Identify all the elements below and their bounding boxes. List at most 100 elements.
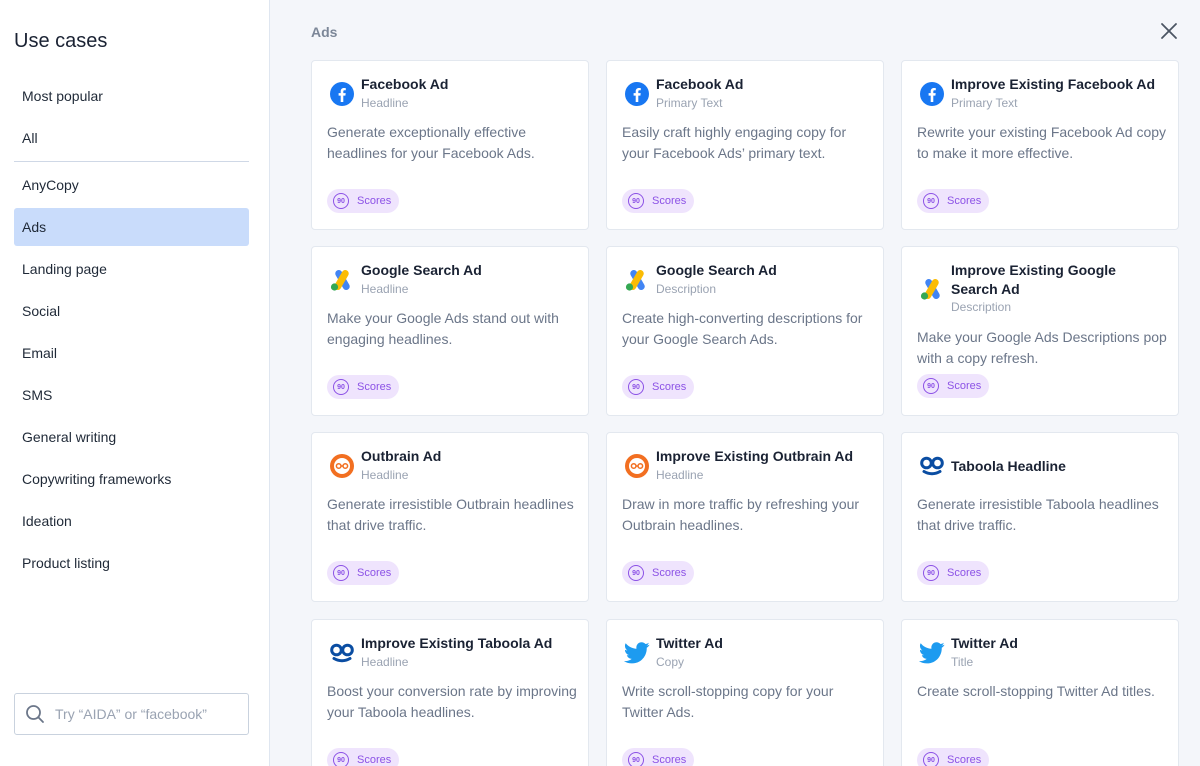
card-description: Create scroll-stopping Twitter Ad titles… <box>917 683 1155 699</box>
card-title: Facebook Ad <box>361 76 449 92</box>
card-description: Generate exceptionally effective headlin… <box>327 124 535 161</box>
use-case-card[interactable]: Improve Existing Google Search Ad Descri… <box>901 246 1179 416</box>
card-title: Facebook Ad <box>656 76 744 92</box>
use-case-card[interactable]: Facebook Ad Headline Generate exceptiona… <box>311 60 589 230</box>
sidebar-item-copywriting-frameworks[interactable]: Copywriting frameworks <box>14 460 249 498</box>
card-title: Twitter Ad <box>951 635 1018 651</box>
score-gauge-icon: 90 <box>923 378 939 394</box>
scores-label: Scores <box>947 195 982 207</box>
scores-label: Scores <box>947 754 982 766</box>
card-subtitle: Headline <box>361 282 409 296</box>
sidebar-item-all[interactable]: All <box>14 119 249 157</box>
scores-label: Scores <box>652 381 687 393</box>
close-icon[interactable] <box>1158 20 1180 42</box>
use-case-card[interactable]: Taboola Headline Generate irresistible T… <box>901 432 1179 602</box>
facebook-icon <box>918 80 946 108</box>
use-case-card[interactable]: Facebook Ad Primary Text Easily craft hi… <box>606 60 884 230</box>
scores-label: Scores <box>947 567 982 579</box>
card-title: Twitter Ad <box>656 635 723 651</box>
facebook-icon <box>623 80 651 108</box>
card-description: Generate irresistible Taboola headlines … <box>917 496 1159 533</box>
card-title: Improve Existing Taboola Ad <box>361 635 553 651</box>
score-gauge-icon: 90 <box>923 752 939 766</box>
card-description: Rewrite your existing Facebook Ad copy t… <box>917 124 1167 161</box>
google-ads-icon <box>918 275 946 303</box>
search-input[interactable] <box>55 702 240 726</box>
taboola-icon <box>328 639 356 667</box>
use-case-card[interactable]: Outbrain Ad Headline Generate irresistib… <box>311 432 589 602</box>
sidebar-item-most-popular[interactable]: Most popular <box>14 77 249 115</box>
section-title: Ads <box>311 24 338 40</box>
sidebar-item-landing-page[interactable]: Landing page <box>14 250 249 288</box>
card-description: Create high-converting descriptions for … <box>622 310 863 347</box>
card-subtitle: Headline <box>361 468 409 482</box>
twitter-icon <box>623 639 651 667</box>
sidebar-divider <box>14 161 249 162</box>
outbrain-icon <box>328 452 356 480</box>
use-case-card[interactable]: Google Search Ad Description Create high… <box>606 246 884 416</box>
scores-badge: 90 Scores <box>327 375 399 399</box>
card-title: Improve Existing Google Search Ad <box>951 262 1116 297</box>
score-gauge-icon: 90 <box>628 379 644 395</box>
use-case-card[interactable]: Twitter Ad Copy Write scroll-stopping co… <box>606 619 884 766</box>
scores-badge: 90 Scores <box>622 375 694 399</box>
scores-badge: 90 Scores <box>622 561 694 585</box>
sidebar-item-social[interactable]: Social <box>14 292 249 330</box>
scores-badge: 90 Scores <box>917 561 989 585</box>
scores-label: Scores <box>652 567 687 579</box>
score-gauge-icon: 90 <box>923 565 939 581</box>
scores-badge: 90 Scores <box>327 189 399 213</box>
facebook-icon <box>328 80 356 108</box>
scores-label: Scores <box>357 567 392 579</box>
card-description: Easily craft highly engaging copy for yo… <box>622 124 847 161</box>
use-case-card[interactable]: Improve Existing Facebook Ad Primary Tex… <box>901 60 1179 230</box>
card-subtitle: Headline <box>656 468 704 482</box>
scores-badge: 90 Scores <box>917 748 989 766</box>
score-gauge-icon: 90 <box>333 379 349 395</box>
search-box[interactable] <box>14 693 249 735</box>
card-description: Generate irresistible Outbrain headlines… <box>327 496 574 533</box>
use-case-card[interactable]: Improve Existing Outbrain Ad Headline Dr… <box>606 432 884 602</box>
scores-badge: 90 Scores <box>327 748 399 766</box>
scores-label: Scores <box>652 754 687 766</box>
card-description: Draw in more traffic by refreshing your … <box>622 496 860 533</box>
sidebar-item-product-listing[interactable]: Product listing <box>14 544 249 582</box>
card-description: Make your Google Ads Descriptions pop wi… <box>917 329 1167 366</box>
scores-label: Scores <box>652 195 687 207</box>
sidebar-item-ads[interactable]: Ads <box>14 208 249 246</box>
scores-badge: 90 Scores <box>917 374 989 398</box>
scores-badge: 90 Scores <box>622 748 694 766</box>
sidebar-item-email[interactable]: Email <box>14 334 249 372</box>
sidebar-item-anycopy[interactable]: AnyCopy <box>14 166 249 204</box>
sidebar-item-sms[interactable]: SMS <box>14 376 249 414</box>
card-subtitle: Title <box>951 655 974 669</box>
card-title: Google Search Ad <box>361 262 482 278</box>
card-title: Improve Existing Outbrain Ad <box>656 448 854 464</box>
card-subtitle: Copy <box>656 655 685 669</box>
use-case-card[interactable]: Twitter Ad Title Create scroll-stopping … <box>901 619 1179 766</box>
sidebar: Use cases Most popular All AnyCopy Ads L… <box>0 0 270 766</box>
google-ads-icon <box>328 266 356 294</box>
score-gauge-icon: 90 <box>628 565 644 581</box>
taboola-icon <box>918 452 946 480</box>
use-case-card[interactable]: Improve Existing Taboola Ad Headline Boo… <box>311 619 589 766</box>
use-case-card[interactable]: Google Search Ad Headline Make your Goog… <box>311 246 589 416</box>
scores-badge: 90 Scores <box>622 189 694 213</box>
scores-badge: 90 Scores <box>917 189 989 213</box>
card-description: Boost your conversion rate by improving … <box>327 683 577 720</box>
google-ads-icon <box>623 266 651 294</box>
scores-label: Scores <box>357 195 392 207</box>
card-subtitle: Description <box>951 300 1012 314</box>
card-subtitle: Headline <box>361 655 409 669</box>
sidebar-item-ideation[interactable]: Ideation <box>14 502 249 540</box>
score-gauge-icon: 90 <box>333 565 349 581</box>
twitter-icon <box>918 639 946 667</box>
card-description: Write scroll-stopping copy for your Twit… <box>622 683 834 720</box>
card-title: Improve Existing Facebook Ad <box>951 76 1156 92</box>
sidebar-item-general-writing[interactable]: General writing <box>14 418 249 456</box>
sidebar-title: Use cases <box>14 30 108 52</box>
outbrain-icon <box>623 452 651 480</box>
scores-label: Scores <box>947 380 982 392</box>
card-subtitle: Primary Text <box>656 96 723 110</box>
main-panel: Ads Facebook Ad Headline Generate except… <box>271 0 1200 766</box>
